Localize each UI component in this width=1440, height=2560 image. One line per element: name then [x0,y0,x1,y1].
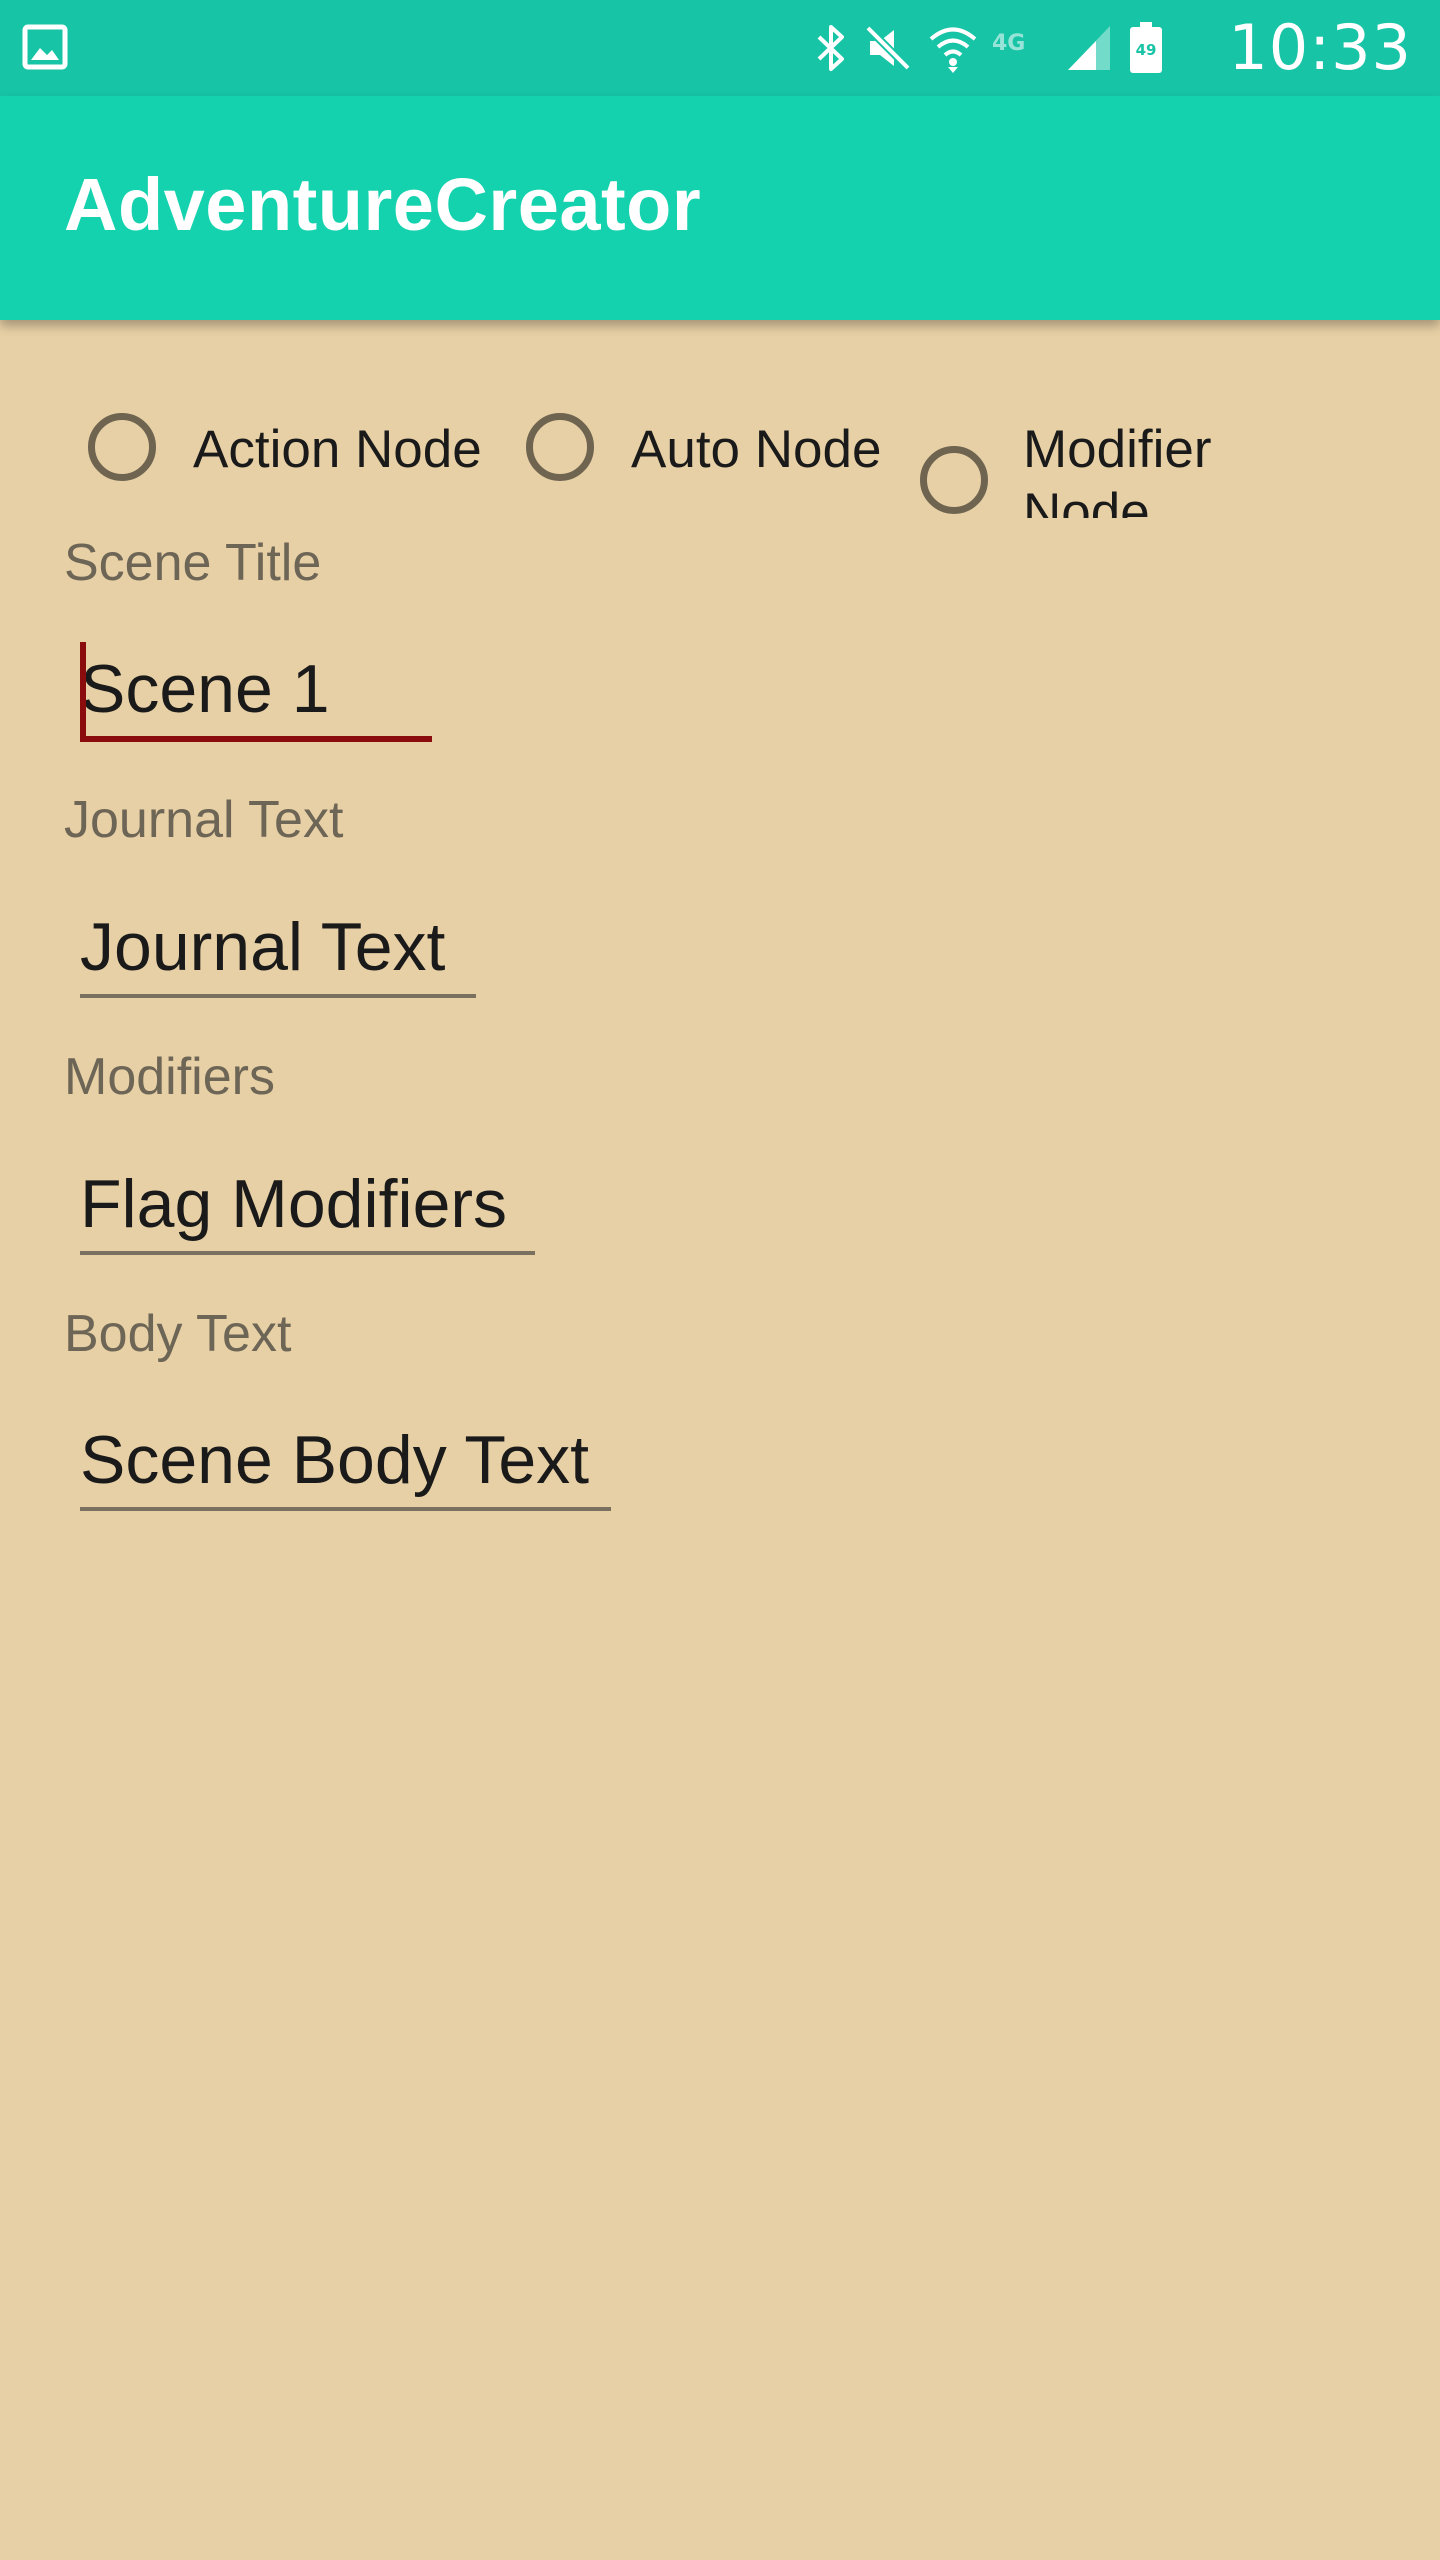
app-title: AdventureCreator [64,163,702,246]
scene-title-label: Scene Title [64,534,322,592]
radio-action-node-label[interactable]: Action Node [193,419,482,480]
journal-text-label: Journal Text [64,791,344,849]
modifiers-label: Modifiers [64,1048,275,1106]
app-bar: AdventureCreator [0,96,1440,320]
gallery-icon [22,24,68,70]
network-4g-icon: 4G [992,31,1025,56]
signal-icon [1068,26,1110,70]
mute-icon [865,25,911,71]
wifi-icon [929,27,977,73]
radio-circle-icon[interactable] [526,413,594,481]
body-text-label: Body Text [64,1305,292,1363]
modifiers-field[interactable]: Flag Modifiers [80,1165,535,1255]
status-time: 10:33 [1228,11,1412,84]
status-icons: 4G 49 [814,20,1164,76]
bluetooth-icon [817,25,844,71]
text-cursor [80,642,86,738]
battery-level: 49 [1136,41,1157,59]
radio-circle-icon[interactable] [920,446,988,514]
battery-icon: 49 [1130,22,1162,73]
radio-modifier-node-label[interactable]: Modifier Node [1023,418,1283,518]
network-label: 4G [992,31,1025,56]
body-text-field[interactable]: Scene Body Text [80,1421,611,1511]
radio-circle-icon[interactable] [88,413,156,481]
journal-text-field[interactable]: Journal Text [80,908,476,998]
radio-auto-node-label[interactable]: Auto Node [631,419,881,480]
status-bar: 4G 49 10:33 [0,0,1440,96]
scene-title-field[interactable]: Scene 1 [80,650,432,742]
